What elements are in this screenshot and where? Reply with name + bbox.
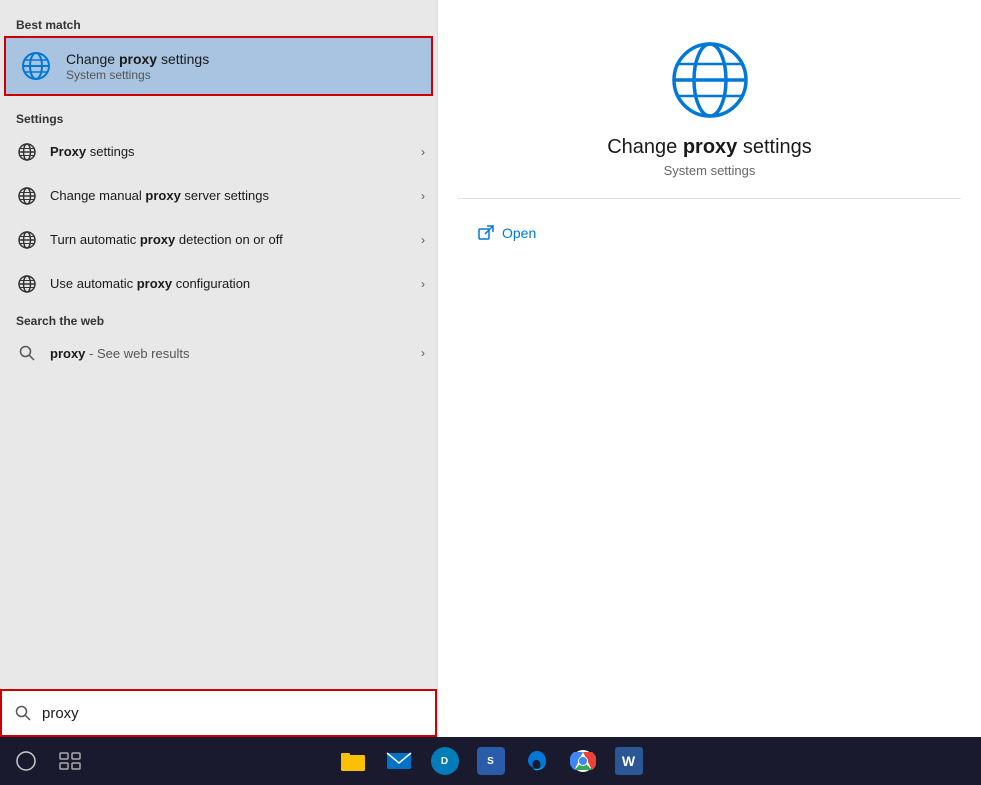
globe-icon-1 <box>16 141 38 163</box>
taskbar-apps: D S <box>331 739 651 783</box>
open-icon <box>478 225 494 241</box>
result-item-text-2: Change manual proxy server settings <box>50 188 413 205</box>
divider <box>458 198 961 199</box>
main-container: Best match Change proxy setti <box>0 0 981 785</box>
web-chevron-icon: › <box>421 346 425 360</box>
detail-globe-icon <box>670 40 750 120</box>
content-area: Best match Change proxy setti <box>0 0 981 737</box>
taskbar-app-edge[interactable] <box>515 739 559 783</box>
result-item-auto-detection[interactable]: Turn automatic proxy detection on or off… <box>0 218 437 262</box>
open-label: Open <box>502 225 536 241</box>
detail-subtitle: System settings <box>664 163 756 178</box>
search-icon <box>16 342 38 364</box>
search-results: Best match Change proxy setti <box>0 0 437 689</box>
detail-content: Change proxy settings System settings <box>438 0 981 267</box>
search-input[interactable]: proxy <box>42 705 423 722</box>
web-result-item[interactable]: proxy - See web results › <box>0 332 437 374</box>
globe-icon-3 <box>16 229 38 251</box>
taskbar-app-word[interactable]: W <box>607 739 651 783</box>
taskbar-circle-start[interactable] <box>4 739 48 783</box>
taskbar-app-dell[interactable]: D <box>423 739 467 783</box>
chevron-icon-1: › <box>421 145 425 159</box>
web-section-label: Search the web <box>0 306 437 332</box>
result-item-proxy-settings[interactable]: Proxy settings › <box>0 130 437 174</box>
result-item-manual-proxy[interactable]: Change manual proxy server settings › <box>0 174 437 218</box>
taskbar-task-view[interactable] <box>48 739 92 783</box>
result-item-auto-config[interactable]: Use automatic proxy configuration › <box>0 262 437 306</box>
result-item-text-1: Proxy settings <box>50 144 413 161</box>
search-bar[interactable]: proxy <box>0 689 437 737</box>
globe-icon-4 <box>16 273 38 295</box>
taskbar-app-chrome[interactable] <box>561 739 605 783</box>
taskbar-app-mail[interactable] <box>377 739 421 783</box>
chevron-icon-2: › <box>421 189 425 203</box>
globe-icon-2 <box>16 185 38 207</box>
result-item-text-3: Turn automatic proxy detection on or off <box>50 232 413 249</box>
result-item-text-4: Use automatic proxy configuration <box>50 276 413 293</box>
detail-title: Change proxy settings <box>607 136 812 159</box>
chevron-icon-3: › <box>421 233 425 247</box>
right-panel: Change proxy settings System settings <box>437 0 981 737</box>
open-action[interactable]: Open <box>478 219 941 247</box>
best-match-subtitle: System settings <box>66 68 419 82</box>
left-panel: Best match Change proxy setti <box>0 0 437 737</box>
best-match-item[interactable]: Change proxy settings System settings <box>4 36 433 96</box>
chevron-icon-4: › <box>421 277 425 291</box>
best-match-text: Change proxy settings System settings <box>66 51 419 82</box>
best-match-globe-icon <box>18 48 54 84</box>
detail-actions: Open <box>458 219 961 247</box>
web-result-text: proxy - See web results <box>50 346 413 361</box>
taskbar-app-support[interactable]: S <box>469 739 513 783</box>
taskbar-app-file-explorer[interactable] <box>331 739 375 783</box>
best-match-label: Best match <box>0 12 437 36</box>
best-match-title: Change proxy settings <box>66 51 419 67</box>
settings-section-label: Settings <box>0 104 437 130</box>
search-bar-icon <box>14 704 32 722</box>
taskbar: D S <box>0 737 981 785</box>
